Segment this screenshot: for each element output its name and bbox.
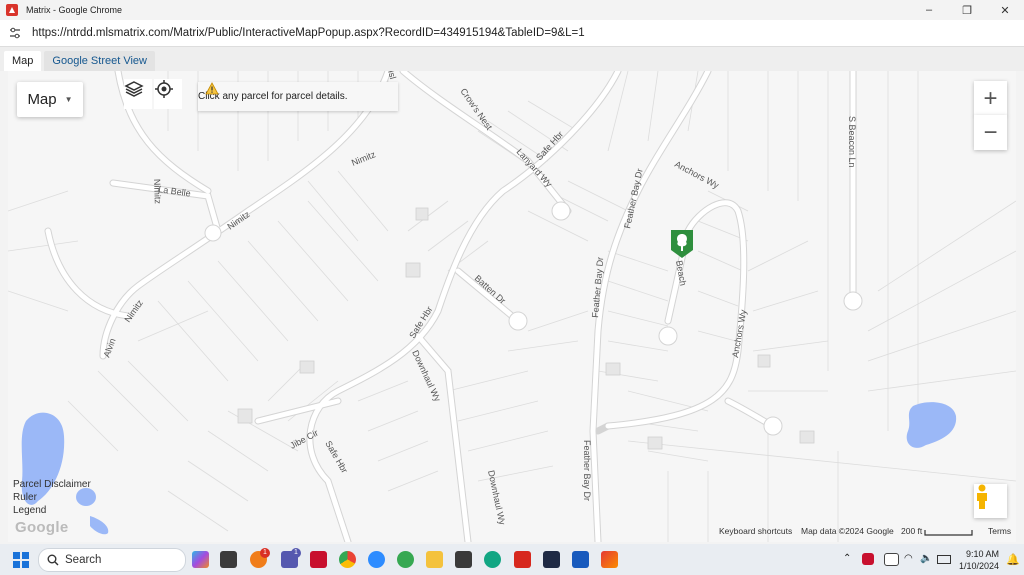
street-label: Feather Bay Dr (622, 168, 644, 230)
mcafee-icon[interactable] (310, 551, 327, 568)
battery-icon[interactable] (937, 555, 951, 564)
address-bar[interactable]: https://ntrdd.mlsmatrix.com/Matrix/Publi… (0, 20, 1024, 47)
map-links: Parcel Disclaimer Ruler Legend (13, 478, 91, 517)
window-title-bar: Matrix - Google Chrome – ❐ ✕ (0, 0, 1024, 20)
street-label: Anchors Wy (673, 159, 721, 191)
street-label: Safe Hbr (323, 439, 349, 475)
map-type-label: Map (27, 91, 57, 108)
notification-bell-icon[interactable]: 🔔 (1006, 553, 1020, 566)
tray-app-icon[interactable] (862, 553, 874, 565)
road-casings (44, 71, 857, 542)
url-text[interactable]: https://ntrdd.mlsmatrix.com/Matrix/Publi… (32, 27, 585, 39)
roads (45, 71, 856, 542)
cul-de-sacs (204, 201, 863, 436)
my-location-button[interactable] (154, 79, 182, 109)
chrome-icon[interactable] (339, 551, 356, 568)
map-type-selector[interactable]: Map ▼ (17, 82, 83, 117)
acrobat-icon[interactable] (514, 551, 531, 568)
google-logo: Google (15, 519, 69, 536)
search-icon (47, 554, 59, 566)
tab-street-view[interactable]: Google Street View (44, 51, 155, 71)
ccleaner-icon[interactable] (543, 551, 560, 568)
map-tabs: Map Google Street View (0, 47, 1024, 71)
pegman-icon (977, 484, 987, 509)
street-label: Nimitz (225, 209, 252, 232)
taskbar-search[interactable]: Search (38, 548, 186, 572)
zoom-in-button[interactable]: + (974, 81, 1007, 116)
zoom-out-label: − (983, 118, 998, 146)
street-label: Downhaul Wy (486, 469, 507, 526)
street-label: Nimitz (350, 149, 377, 168)
street-label: Jibe Cir (288, 428, 320, 451)
wifi-icon[interactable]: ◠ (904, 553, 913, 564)
building-footprints (237, 207, 815, 450)
file-explorer-icon[interactable] (426, 551, 443, 568)
volume-icon[interactable]: 🔈 (920, 553, 932, 564)
window-title: Matrix - Google Chrome (26, 5, 123, 15)
matrix-icon[interactable] (601, 551, 618, 568)
copilot-icon[interactable] (192, 551, 209, 568)
taskbar-search-label: Search (65, 554, 102, 566)
zoom-icon[interactable] (368, 551, 385, 568)
street-label: Anchors Wy (730, 308, 748, 358)
street-label: S Beacon Ln (847, 116, 857, 168)
word-icon[interactable] (572, 551, 589, 568)
camera-icon[interactable] (455, 551, 472, 568)
legend-link[interactable]: Legend (13, 504, 91, 517)
parcel-notice: Click any parcel for parcel details. (198, 82, 398, 111)
warning-icon (205, 82, 219, 95)
keyboard-shortcuts-link[interactable]: Keyboard shortcuts (719, 526, 792, 536)
tray-display-icon[interactable] (884, 553, 899, 566)
tray-expand-icon[interactable]: ⌃ (843, 553, 851, 564)
terms-link[interactable]: Terms (988, 526, 1011, 536)
map-data-attribution: Map data ©2024 Google (801, 526, 894, 536)
lake-small-2 (90, 516, 109, 535)
ruler-link[interactable]: Ruler (13, 491, 91, 504)
site-settings-icon[interactable] (8, 26, 22, 40)
zoom-out-button[interactable]: − (974, 115, 1007, 150)
tab-map[interactable]: Map (4, 51, 42, 71)
parcel-lines (8, 71, 1016, 542)
clock-time[interactable]: 9:10 AM (966, 549, 999, 559)
maximize-button[interactable]: ❐ (948, 4, 986, 17)
property-marker-icon[interactable] (671, 230, 693, 258)
scale-label[interactable]: 200 ft (901, 526, 922, 536)
notice-text: Click any parcel for parcel details. (198, 91, 348, 102)
scale-bar (924, 530, 973, 536)
parcel-disclaimer-link[interactable]: Parcel Disclaimer (13, 478, 91, 491)
street-view-pegman[interactable] (974, 484, 1007, 518)
close-button[interactable]: ✕ (986, 4, 1024, 17)
store-icon[interactable] (220, 551, 237, 568)
layers-button[interactable] (124, 79, 152, 109)
clock-date[interactable]: 1/10/2024 (959, 561, 999, 571)
map-graphic[interactable]: Nimitz Nimitz Nimitz Nimitz La Belle Alv… (8, 71, 1016, 542)
start-icon[interactable] (13, 552, 29, 568)
minimize-button[interactable]: – (910, 4, 948, 17)
firefox-badge: 1 (260, 548, 270, 558)
teams-badge: 1 (291, 548, 301, 558)
zoom-in-label: + (983, 84, 998, 112)
map-canvas[interactable]: Nimitz Nimitz Nimitz Nimitz La Belle Alv… (8, 71, 1016, 542)
lake-right (906, 402, 957, 448)
layers-icon (124, 81, 144, 97)
app-icon[interactable] (397, 551, 414, 568)
locate-icon (155, 80, 173, 98)
taskbar: Search 1 1 ⌃ ◠ 🔈 9:10 AM 1/10/2024 🔔 (0, 544, 1024, 575)
grammarly-icon[interactable] (484, 551, 501, 568)
app-logo-icon (6, 4, 18, 16)
dropdown-caret-icon: ▼ (64, 95, 73, 104)
street-label: Feather Bay Dr (582, 440, 592, 501)
